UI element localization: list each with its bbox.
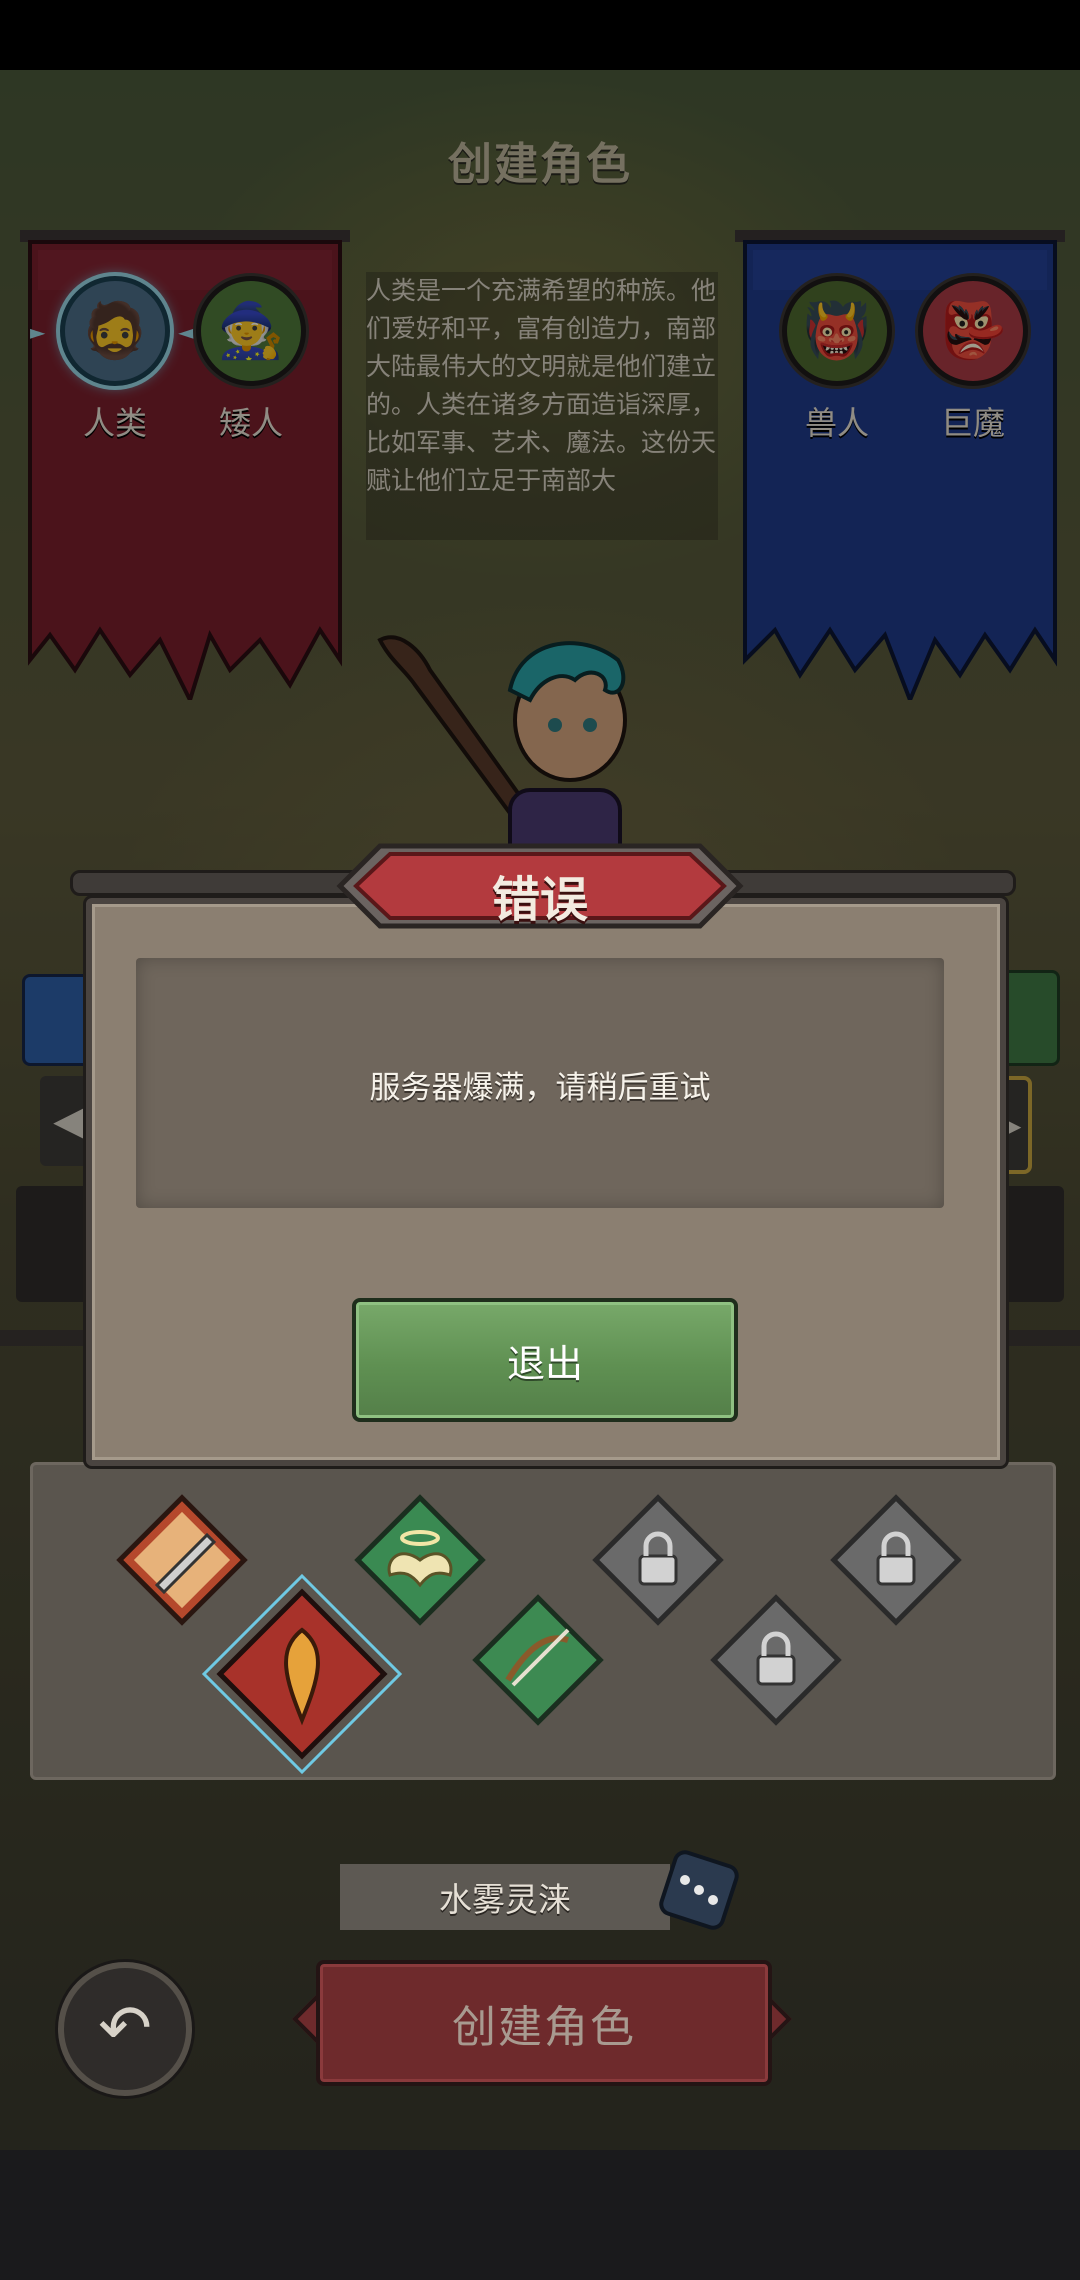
lock-icon [638, 1554, 678, 1586]
back-arrow-icon: ↶ [98, 1992, 152, 2066]
lock-icon [876, 1554, 916, 1586]
character-name-field[interactable]: 水雾灵涞 [340, 1864, 670, 1930]
back-button[interactable]: ↶ [58, 1962, 192, 2096]
class-option-locked-3[interactable] [706, 1590, 846, 1730]
class-option-locked-2[interactable] [826, 1490, 966, 1630]
random-name-dice-icon[interactable] [655, 1846, 743, 1934]
class-option-mage[interactable] [198, 1570, 406, 1778]
dialog-message: 服务器爆满，请稍后重试 [369, 1070, 711, 1106]
lock-icon [756, 1654, 796, 1686]
create-character-button[interactable]: 创建角色 [316, 1960, 772, 2086]
bottom-bar [0, 2150, 1080, 2280]
class-option-hunter[interactable] [468, 1590, 608, 1730]
dialog-title: 错误 [491, 872, 588, 928]
exit-button[interactable]: 退出 [352, 1298, 738, 1422]
